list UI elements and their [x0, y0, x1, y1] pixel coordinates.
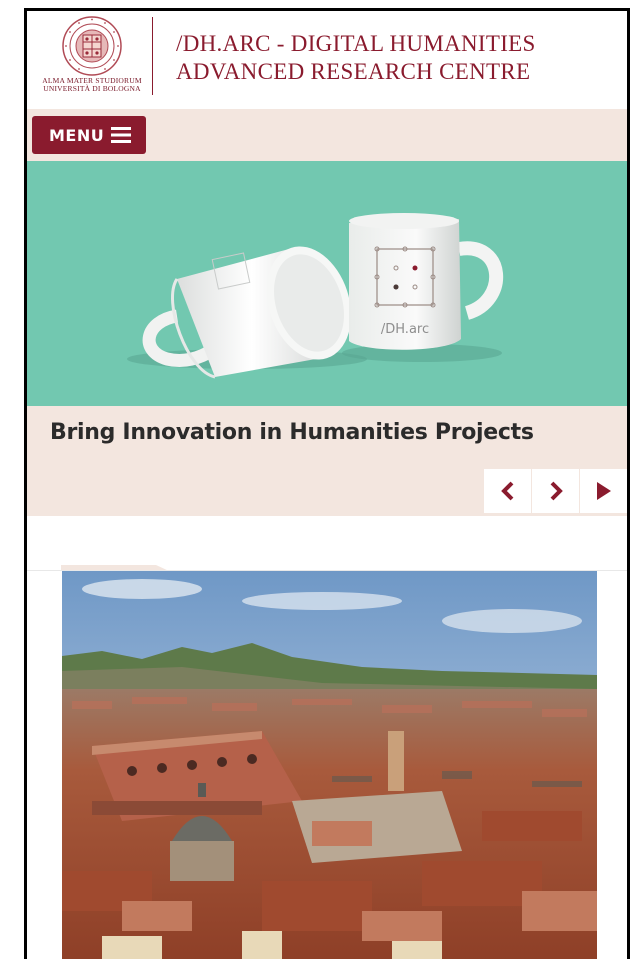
site-title-line2: ADVANCED RESEARCH CENTRE	[176, 59, 531, 84]
menu-bar: MENU	[27, 109, 627, 161]
university-logo[interactable]: ALMA MATER STUDIORUM UNIVERSITÀ DI BOLOG…	[35, 15, 149, 101]
play-slideshow-button[interactable]	[579, 469, 627, 513]
hamburger-icon	[111, 127, 132, 143]
slide-image[interactable]: /DH.arc	[27, 161, 627, 406]
slide-caption[interactable]: Bring Innovation in Humanities Projects	[50, 420, 534, 445]
logo-text-line2: UNIVERSITÀ DI BOLOGNA	[43, 84, 141, 93]
bologna-cityscape-image	[62, 571, 597, 959]
site-header: ALMA MATER STUDIORUM UNIVERSITÀ DI BOLOG…	[27, 11, 627, 109]
mug-label: /DH.arc	[381, 322, 429, 337]
header-divider	[152, 17, 153, 95]
bologna-city-photo[interactable]	[62, 571, 597, 959]
chevron-right-icon	[550, 481, 563, 501]
slider-controls	[484, 469, 627, 513]
page-frame: ALMA MATER STUDIORUM UNIVERSITÀ DI BOLOG…	[24, 8, 630, 959]
menu-button[interactable]: MENU	[32, 116, 146, 154]
menu-label: MENU	[49, 125, 105, 145]
site-title-line1: /DH.ARC - DIGITAL HUMANITIES	[176, 31, 536, 56]
previous-slide-button[interactable]	[484, 469, 531, 513]
site-title[interactable]: /DH.ARC - DIGITAL HUMANITIES ADVANCED RE…	[176, 30, 616, 86]
slide-caption-area: Bring Innovation in Humanities Projects	[27, 406, 627, 516]
university-seal-icon	[62, 16, 122, 76]
next-slide-button[interactable]	[531, 469, 579, 513]
mugs-illustration: /DH.arc	[127, 213, 504, 379]
chevron-left-icon	[500, 481, 513, 501]
play-icon	[596, 482, 611, 500]
